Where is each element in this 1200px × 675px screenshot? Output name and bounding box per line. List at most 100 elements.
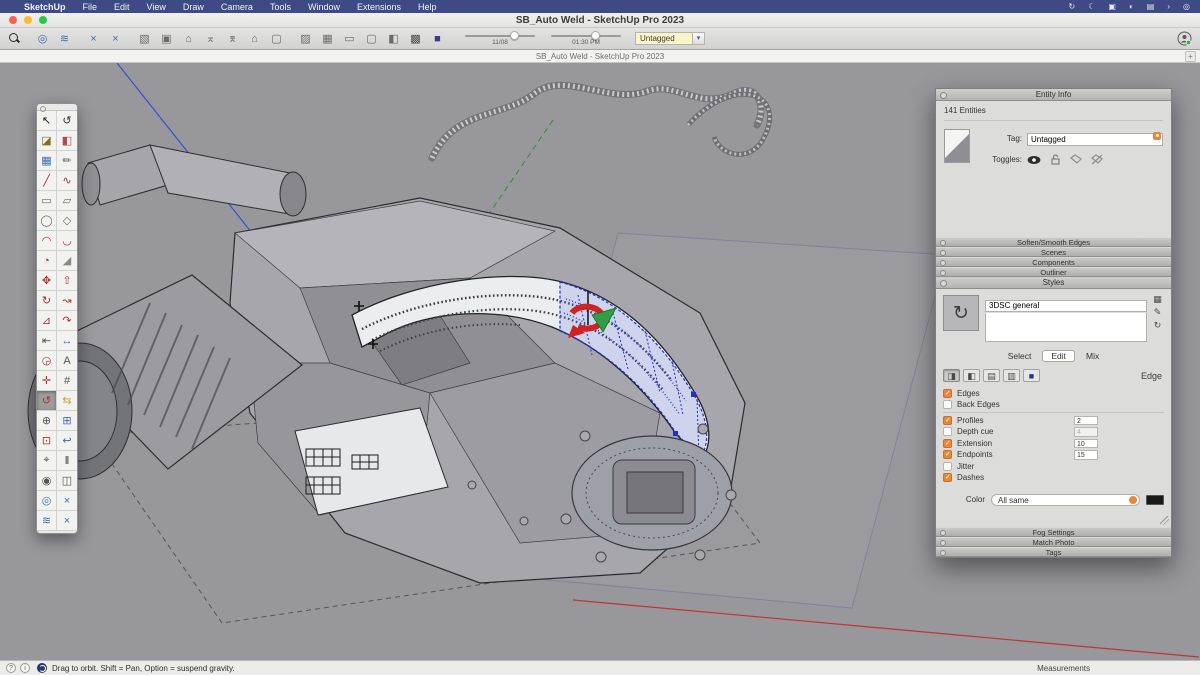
rotate-tool[interactable]: ↻ <box>37 291 57 311</box>
background-settings-tab[interactable]: ▤ <box>983 369 1000 382</box>
wireframe-style-icon[interactable]: ▭ <box>342 32 357 46</box>
protractor-tool[interactable]: ◶ <box>37 351 57 371</box>
cleanup-tool[interactable]: ◎ <box>37 491 57 511</box>
dimension-tool[interactable]: ↔ <box>57 331 77 351</box>
zoom-tool[interactable]: ⊕ <box>37 411 57 431</box>
eraser-tool[interactable]: ◪ <box>37 131 57 151</box>
checkbox-edges[interactable] <box>943 389 952 398</box>
checkbox-endpoints[interactable] <box>943 450 952 459</box>
update-style-button[interactable]: ↻ <box>1154 321 1162 330</box>
push-pull-tool[interactable]: ⇧ <box>57 271 77 291</box>
help-button[interactable]: ? <box>6 663 16 673</box>
paint-bucket-tool[interactable]: ◧ <box>57 131 77 151</box>
chevron-icon[interactable]: › <box>1167 2 1170 11</box>
scale-tool[interactable]: ⊿ <box>37 311 57 331</box>
zoom-window-tool[interactable]: ⊞ <box>57 411 77 431</box>
pie-tool[interactable]: ◔ <box>37 251 57 271</box>
zoom-extents-tool[interactable]: ⊡ <box>37 431 57 451</box>
back-edges-style-icon[interactable]: ▦ <box>320 32 335 46</box>
menu-tools[interactable]: Tools <box>270 2 291 12</box>
style-description-input[interactable] <box>985 313 1147 342</box>
notification-center-icon[interactable]: ◎ <box>1183 2 1190 11</box>
add-tab-button[interactable]: + <box>1185 51 1196 62</box>
menu-edit[interactable]: Edit <box>114 2 130 12</box>
material-tools-plugin-icon[interactable]: ≋ <box>57 32 72 46</box>
panel-bar-fog-settings[interactable]: Fog Settings <box>936 527 1171 537</box>
edge-color-dropdown[interactable]: All same <box>991 494 1140 506</box>
menu-file[interactable]: File <box>83 2 98 12</box>
shadow-date-slider[interactable]: 11/08 <box>465 31 535 46</box>
visibility-eye-icon[interactable] <box>1027 155 1041 165</box>
tape-measure-tool[interactable]: ⇤ <box>37 331 57 351</box>
section-plane-tool[interactable]: ◫ <box>57 471 77 491</box>
checkbox-extension[interactable] <box>943 439 952 448</box>
panel-resize-grip[interactable] <box>1160 516 1169 525</box>
tag-input[interactable] <box>1027 133 1163 146</box>
account-button[interactable] <box>1177 31 1192 46</box>
smooth-tool[interactable]: ≋ <box>37 511 57 531</box>
sync-status-icon[interactable]: ↻ <box>1069 2 1076 11</box>
modeling-settings-tab[interactable]: ■ <box>1023 369 1040 382</box>
checkbox-jitter[interactable] <box>943 462 952 471</box>
view-bottom-icon[interactable]: ▢ <box>269 32 284 46</box>
create-style-button[interactable]: ▦ <box>1153 295 1162 304</box>
select-tool[interactable]: ↖ <box>37 111 57 131</box>
menu-sketchup[interactable]: SketchUp <box>24 2 66 12</box>
lock-toggle-icon[interactable] <box>1050 154 1061 165</box>
active-tag-dropdown[interactable]: Untagged ▾ <box>635 32 705 45</box>
style-builder-button[interactable]: ✎ <box>1154 308 1162 317</box>
setting-value-profiles[interactable]: 2 <box>1074 416 1098 426</box>
move-tool[interactable]: ✥ <box>37 271 57 291</box>
previous-view-tool[interactable]: ↩ <box>57 431 77 451</box>
battery-icon[interactable]: ▤ <box>1147 2 1155 11</box>
offset-tool[interactable]: ↷ <box>57 311 77 331</box>
checkbox-profiles[interactable] <box>943 416 952 425</box>
receive-shadows-icon[interactable] <box>1070 154 1082 165</box>
face-tool[interactable]: ◢ <box>57 251 77 271</box>
edge-settings-tab[interactable]: ◨ <box>943 369 960 382</box>
half-circle-icon[interactable]: ◐ <box>1129 2 1134 11</box>
styles-tab-mix[interactable]: Mix <box>1077 350 1108 362</box>
monochrome-style-icon[interactable]: ■ <box>430 32 445 46</box>
document-tab[interactable]: SB_Auto Weld - SketchUp Pro 2023 <box>536 52 664 61</box>
zoom-tool-icon[interactable] <box>8 32 21 45</box>
text-tool[interactable]: A <box>57 351 77 371</box>
checkbox-back-edges[interactable] <box>943 400 952 409</box>
panel-bar-match-photo[interactable]: Match Photo <box>936 537 1171 547</box>
two-point-arc-tool[interactable]: ◡ <box>57 231 77 251</box>
menu-help[interactable]: Help <box>418 2 437 12</box>
setting-value-endpoints[interactable]: 15 <box>1074 450 1098 460</box>
follow-me-tool[interactable]: ↝ <box>57 291 77 311</box>
shaded-style-icon[interactable]: ◧ <box>386 32 401 46</box>
rotate-view-tool[interactable]: ↺ <box>57 111 77 131</box>
orbit-tool[interactable]: ↺ <box>37 391 57 411</box>
freehand-tool[interactable]: ∿ <box>57 171 77 191</box>
watermark-settings-tab[interactable]: ▥ <box>1003 369 1020 382</box>
rotated-rectangle-tool[interactable]: ▱ <box>57 191 77 211</box>
circle-tool[interactable]: ◯ <box>37 211 57 231</box>
moon-focus-icon[interactable]: ☾ <box>1088 2 1095 11</box>
hidden-line-style-icon[interactable]: ▢ <box>364 32 379 46</box>
view-front-icon[interactable]: ⌂ <box>181 32 196 46</box>
materials-tool[interactable]: ▦ <box>37 151 57 171</box>
display-icon[interactable]: ▣ <box>1108 2 1116 11</box>
view-top-icon[interactable]: ▣ <box>159 32 174 46</box>
textured-style-icon[interactable]: ▩ <box>408 32 423 46</box>
axes-tool[interactable]: ✛ <box>37 371 57 391</box>
menu-draw[interactable]: Draw <box>183 2 204 12</box>
info-button[interactable]: i <box>20 663 30 673</box>
entity-info-header[interactable]: Entity Info <box>936 89 1171 101</box>
view-iso-icon[interactable]: ▧ <box>137 32 152 46</box>
styles-tab-edit[interactable]: Edit <box>1042 350 1075 362</box>
panel-bar-tags[interactable]: Tags <box>936 547 1171 557</box>
style-name-input[interactable] <box>985 300 1147 312</box>
setting-value-depth-cue[interactable]: 4 <box>1074 427 1098 437</box>
checkbox-depth-cue[interactable] <box>943 427 952 436</box>
shadow-time-slider[interactable]: 01:30 PM <box>551 31 621 46</box>
panel-bar-components[interactable]: Components <box>936 257 1171 267</box>
panel-bar-scenes[interactable]: Scenes <box>936 247 1171 257</box>
pencil-tool[interactable]: ✏ <box>57 151 77 171</box>
styles-tab-select[interactable]: Select <box>999 350 1041 362</box>
xray-style-icon[interactable]: ▨ <box>298 32 313 46</box>
line-tool[interactable]: ╱ <box>37 171 57 191</box>
